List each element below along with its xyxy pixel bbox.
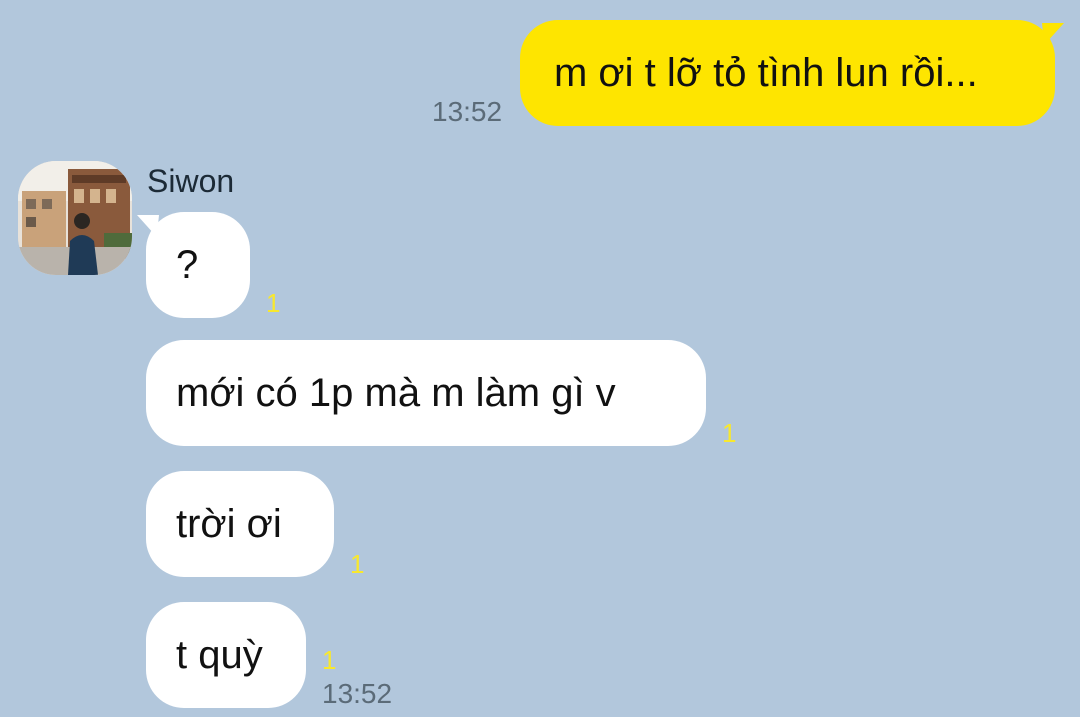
incoming-message-text: mới có 1p mà m làm gì v bbox=[176, 371, 616, 415]
profile-photo-icon bbox=[18, 161, 132, 275]
incoming-message-bubble[interactable]: t quỳ bbox=[146, 602, 306, 708]
outgoing-message-text: m ơi t lỡ tỏ tình lun rồi... bbox=[554, 51, 978, 95]
incoming-message-bubble[interactable]: ? bbox=[137, 212, 250, 318]
chat-area[interactable]: 13:52 m ơi t lỡ tỏ tình lun rồi... Siwon… bbox=[0, 0, 1080, 717]
incoming-message-bubble[interactable]: trời ơi bbox=[146, 471, 334, 577]
incoming-message-text: ? bbox=[176, 243, 199, 287]
unread-count: 1 bbox=[350, 549, 365, 579]
unread-count: 1 bbox=[266, 288, 281, 318]
incoming-message-text: t quỳ bbox=[176, 633, 263, 677]
incoming-timestamp: 13:52 bbox=[322, 678, 393, 709]
outgoing-timestamp: 13:52 bbox=[432, 96, 503, 127]
outgoing-message-bubble[interactable]: m ơi t lỡ tỏ tình lun rồi... bbox=[520, 20, 1064, 126]
incoming-message-text: trời ơi bbox=[176, 502, 282, 546]
unread-count: 1 bbox=[322, 645, 337, 675]
bubble-tail bbox=[137, 215, 159, 237]
bubble-tail bbox=[1042, 23, 1064, 45]
sender-name: Siwon bbox=[147, 163, 235, 199]
incoming-message-bubble[interactable]: mới có 1p mà m làm gì v bbox=[146, 340, 706, 446]
avatar[interactable] bbox=[18, 161, 132, 275]
unread-count: 1 bbox=[722, 418, 737, 448]
